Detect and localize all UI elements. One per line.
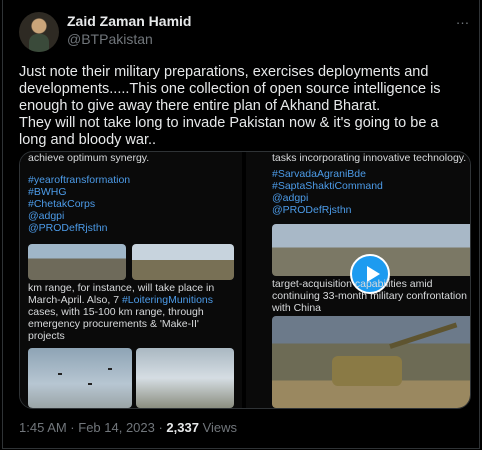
author-name[interactable]: Zaid Zaman Hamid — [67, 13, 191, 29]
hashtag[interactable]: #yearoftransformation — [28, 174, 130, 186]
right-top-text: tasks incorporating innovative technolog… — [272, 152, 467, 164]
views-label: Views — [198, 420, 238, 435]
left-top-text: achieve optimum synergy. — [28, 152, 150, 164]
media-image-artillery[interactable] — [272, 316, 470, 408]
media-left[interactable]: achieve optimum synergy. #yearoftransfor… — [20, 152, 242, 408]
howitzer-barrel — [389, 322, 458, 349]
tweet-meta: 1:45 AM · Feb 14, 2023 · 2,337 Views — [19, 420, 237, 435]
body-text: cases, with 15-100 km range, through eme… — [28, 306, 204, 342]
timestamp[interactable]: 1:45 AM · Feb 14, 2023 · — [19, 420, 166, 435]
tweet-text: Just note their military preparations, e… — [19, 64, 459, 149]
tweet-line: Just note their military preparations, e… — [19, 64, 441, 114]
mention[interactable]: @PRODefRjsthn — [28, 222, 130, 234]
hashtag[interactable]: #SaptaShaktiCommand — [272, 180, 383, 192]
avatar[interactable] — [19, 12, 59, 52]
media-grid[interactable]: achieve optimum synergy. #yearoftransfor… — [19, 151, 471, 409]
media-image[interactable] — [28, 244, 126, 280]
more-options-icon[interactable]: … — [453, 12, 473, 30]
hashtag[interactable]: #ChetakCorps — [28, 198, 130, 210]
media-image-sky[interactable] — [28, 348, 132, 408]
left-hashtags: #yearoftransformation #BWHG #ChetakCorps… — [28, 174, 130, 234]
mention[interactable]: @adgpi — [272, 192, 383, 204]
left-body-text: km range, for instance, will take place … — [28, 282, 234, 342]
view-count: 2,337 — [166, 420, 199, 435]
mention[interactable]: @PRODefRjsthn — [272, 204, 383, 216]
hashtag[interactable]: #LoiteringMunitions — [122, 294, 213, 306]
media-right[interactable]: tasks incorporating innovative technolog… — [246, 152, 470, 408]
media-image-missile[interactable] — [136, 348, 234, 408]
mention[interactable]: @adgpi — [28, 210, 130, 222]
tweet-card: Zaid Zaman Hamid @BTPakistan … Just note… — [2, 0, 480, 449]
author-handle[interactable]: @BTPakistan — [67, 31, 153, 47]
right-body-text: target-acquisition capabilities amid con… — [272, 278, 467, 314]
tweet-line: They will not take long to invade Pakist… — [19, 115, 439, 148]
media-image[interactable] — [132, 244, 234, 280]
howitzer-shape — [332, 356, 402, 386]
hashtag[interactable]: #SarvadaAgraniBde — [272, 168, 383, 180]
hashtag[interactable]: #BWHG — [28, 186, 130, 198]
right-hashtags: #SarvadaAgraniBde #SaptaShaktiCommand @a… — [272, 168, 383, 216]
